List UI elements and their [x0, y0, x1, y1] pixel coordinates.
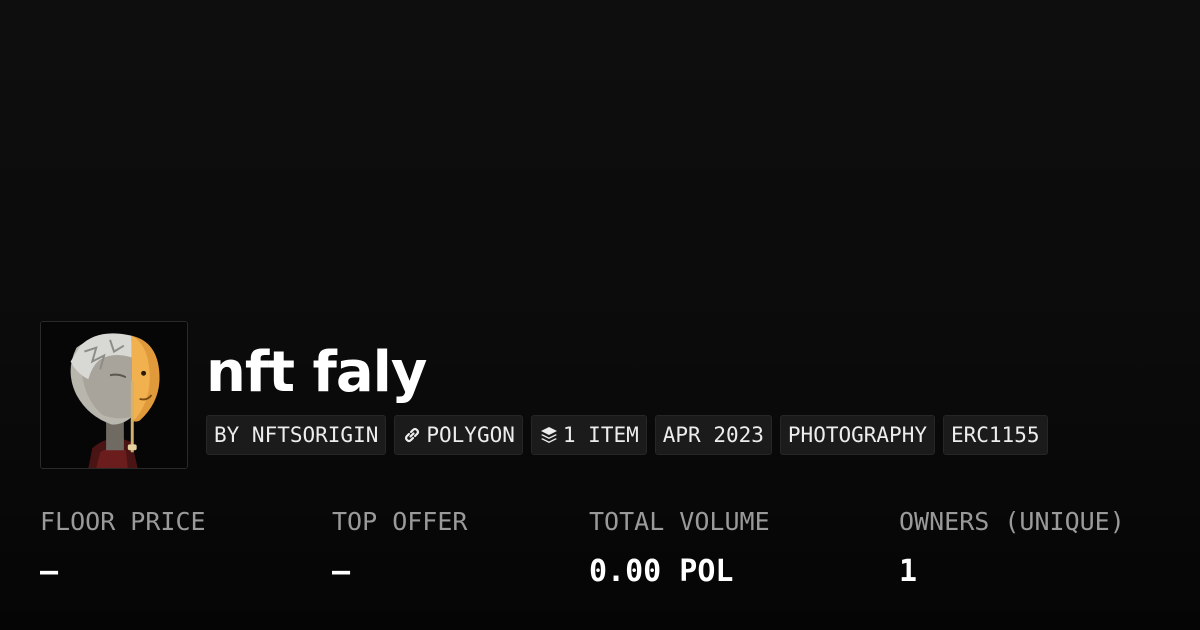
item-count-tag-label: 1 ITEM: [562, 423, 639, 447]
collection-title: nft faly: [206, 340, 427, 405]
stat-top-offer-value: –: [332, 554, 351, 589]
stat-floor-price-value: –: [40, 554, 59, 589]
collection-avatar[interactable]: [40, 321, 188, 469]
stat-total-volume-label: TOTAL VOLUME: [589, 507, 770, 536]
category-tag-label: PHOTOGRAPHY: [787, 423, 927, 447]
category-tag[interactable]: PHOTOGRAPHY: [779, 415, 935, 455]
stat-floor-price: FLOOR PRICE –: [40, 505, 206, 590]
chain-tag[interactable]: POLYGON: [394, 415, 523, 455]
stat-total-volume-value: 0.00 POL: [589, 554, 734, 589]
collection-banner: nft faly BY NFTSORIGIN POLYGON 1 ITEM AP…: [0, 0, 1200, 630]
layers-icon: [539, 425, 559, 445]
item-count-tag[interactable]: 1 ITEM: [530, 415, 647, 455]
stat-owners-value: 1: [899, 554, 918, 589]
chain-tag-label: POLYGON: [426, 423, 515, 447]
creator-tag[interactable]: BY NFTSORIGIN: [206, 415, 387, 455]
creator-tag-label: BY NFTSORIGIN: [214, 423, 379, 447]
avatar-artwork-image: [41, 322, 187, 468]
created-date-tag-label: APR 2023: [662, 423, 764, 447]
stat-top-offer: TOP OFFER –: [332, 505, 467, 590]
collection-stats: FLOOR PRICE – TOP OFFER – TOTAL VOLUME 0…: [0, 505, 1200, 605]
stat-owners-label: OWNERS (UNIQUE): [899, 507, 1125, 536]
stat-owners: OWNERS (UNIQUE) 1: [899, 505, 1125, 590]
chain-link-icon: [402, 425, 422, 445]
token-standard-tag-label: ERC1155: [950, 423, 1040, 447]
token-standard-tag[interactable]: ERC1155: [942, 415, 1048, 455]
created-date-tag[interactable]: APR 2023: [654, 415, 772, 455]
stat-total-volume: TOTAL VOLUME 0.00 POL: [589, 505, 770, 590]
collection-tags: BY NFTSORIGIN POLYGON 1 ITEM APR 2023 PH…: [206, 415, 1048, 455]
stat-floor-price-label: FLOOR PRICE: [40, 507, 206, 536]
stat-top-offer-label: TOP OFFER: [332, 507, 468, 536]
